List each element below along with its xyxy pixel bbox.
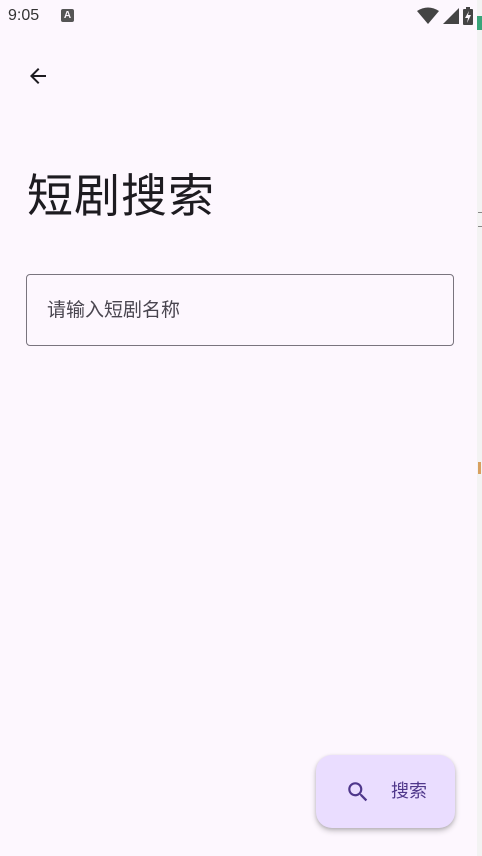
search-fab-button[interactable]: 搜索	[316, 755, 455, 828]
wifi-icon	[417, 7, 439, 24]
cell-signal-icon	[443, 8, 459, 24]
search-fab-label: 搜索	[391, 781, 427, 802]
page-title: 短剧搜索	[27, 169, 215, 223]
search-input[interactable]	[47, 275, 437, 345]
battery-charging-icon	[463, 7, 473, 25]
search-field[interactable]	[26, 274, 454, 346]
status-bar: 9:05 A	[0, 0, 477, 34]
arrow-back-icon	[30, 68, 46, 84]
adjacent-window-edge	[477, 0, 482, 856]
status-time: 9:05	[8, 7, 40, 24]
app-screen: 9:05 A 短剧搜索 搜索	[0, 0, 477, 856]
back-button[interactable]	[18, 56, 58, 96]
search-icon	[348, 782, 368, 802]
notification-a-icon: A	[61, 9, 74, 22]
status-icons	[417, 6, 473, 26]
